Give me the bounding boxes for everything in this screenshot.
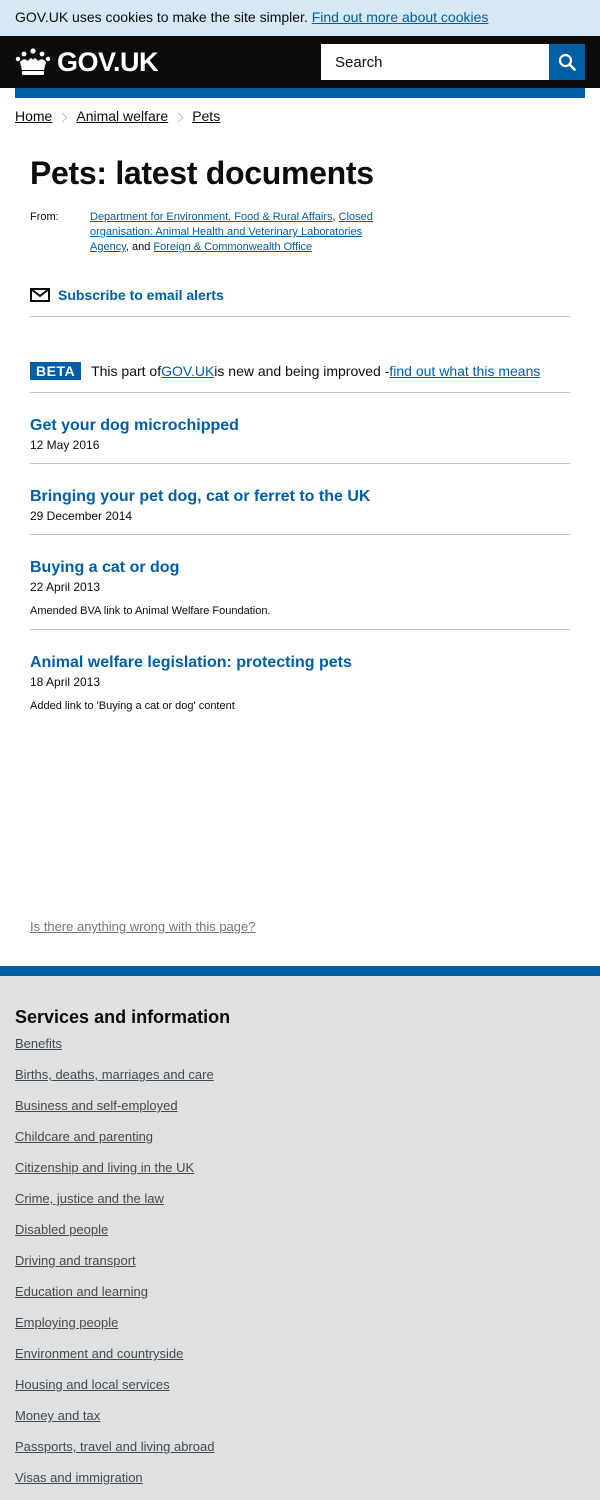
document-change-note: Amended BVA link to Animal Welfare Found… bbox=[30, 605, 271, 617]
cookie-banner-text: GOV.UK uses cookies to make the site sim… bbox=[15, 9, 308, 25]
footer-link-housing[interactable]: Housing and local services bbox=[15, 1377, 170, 1392]
document-title-link[interactable]: Get your dog microchipped bbox=[30, 417, 570, 435]
footer-link-education[interactable]: Education and learning bbox=[15, 1284, 148, 1299]
logo-text: GOV.UK bbox=[57, 46, 159, 77]
document-date: 12 May 2016 bbox=[30, 438, 100, 452]
footer-link-passports[interactable]: Passports, travel and living abroad bbox=[15, 1439, 214, 1454]
footer-item: Driving and transport bbox=[15, 1252, 600, 1283]
footer-item: Business and self-employed bbox=[15, 1097, 600, 1128]
footer-item: Money and tax bbox=[15, 1407, 600, 1438]
beta-info-link[interactable]: find out what this means bbox=[389, 363, 540, 379]
document-list: Get your dog microchipped 12 May 2016 Br… bbox=[30, 393, 570, 724]
footer-item: Crime, justice and the law bbox=[15, 1190, 600, 1221]
list-item: Get your dog microchipped 12 May 2016 bbox=[30, 393, 570, 464]
beta-tag: BETA bbox=[30, 362, 82, 380]
breadcrumb-separator bbox=[173, 112, 184, 123]
subscribe-label: Subscribe to email alerts bbox=[58, 287, 224, 303]
footer-link-crime[interactable]: Crime, justice and the law bbox=[15, 1191, 164, 1206]
document-title-link[interactable]: Animal welfare legislation: protecting p… bbox=[30, 654, 570, 672]
footer-item: Education and learning bbox=[15, 1283, 600, 1314]
footer-link-visas[interactable]: Visas and immigration bbox=[15, 1470, 143, 1485]
footer-item: Environment and countryside bbox=[15, 1345, 600, 1376]
crown-icon bbox=[15, 48, 51, 75]
envelope-icon bbox=[30, 288, 50, 302]
footer-item: Visas and immigration bbox=[15, 1469, 600, 1500]
footer-item: Childcare and parenting bbox=[15, 1128, 600, 1159]
breadcrumb-pets[interactable]: Pets bbox=[192, 108, 220, 124]
search-button[interactable] bbox=[549, 44, 585, 80]
breadcrumb-home[interactable]: Home bbox=[15, 108, 52, 124]
search-input[interactable] bbox=[321, 44, 549, 80]
org-separator: , and bbox=[125, 241, 154, 253]
list-item: Bringing your pet dog, cat or ferret to … bbox=[30, 464, 570, 535]
footer-link-business[interactable]: Business and self-employed bbox=[15, 1098, 178, 1113]
footer-item: Employing people bbox=[15, 1314, 600, 1345]
site-header: GOV.UK bbox=[0, 36, 600, 88]
from-metadata: From: Department for Environment, Food &… bbox=[30, 210, 570, 255]
cookie-banner: GOV.UK uses cookies to make the site sim… bbox=[0, 0, 600, 36]
footer-item: Benefits bbox=[15, 1035, 600, 1066]
beta-govuk-link[interactable]: GOV.UK bbox=[161, 363, 214, 379]
footer-item: Births, deaths, marriages and care bbox=[15, 1066, 600, 1097]
org-link-defra[interactable]: Department for Environment, Food & Rural… bbox=[90, 211, 333, 223]
divider bbox=[30, 316, 570, 317]
beta-banner: BETA This part of GOV.UK is new and bein… bbox=[30, 361, 570, 381]
document-title-link[interactable]: Buying a cat or dog bbox=[30, 559, 570, 577]
site-footer: Services and information Benefits Births… bbox=[0, 966, 600, 1500]
beta-text-after: is new and being improved - bbox=[214, 363, 390, 379]
document-change-note: Added link to 'Buying a cat or dog' cont… bbox=[30, 700, 235, 712]
footer-link-money[interactable]: Money and tax bbox=[15, 1408, 100, 1423]
header-blue-bar bbox=[15, 88, 585, 98]
org-link-fco[interactable]: Foreign & Commonwealth Office bbox=[153, 241, 312, 253]
govuk-logo-link[interactable]: GOV.UK bbox=[15, 45, 159, 79]
footer-link-driving[interactable]: Driving and transport bbox=[15, 1253, 136, 1268]
document-title-link[interactable]: Bringing your pet dog, cat or ferret to … bbox=[30, 488, 570, 506]
subscribe-email-link[interactable]: Subscribe to email alerts bbox=[30, 285, 570, 305]
search-icon bbox=[558, 53, 576, 71]
document-date: 22 April 2013 bbox=[30, 580, 101, 594]
list-item: Buying a cat or dog 22 April 2013 Amende… bbox=[30, 535, 570, 630]
footer-item: Housing and local services bbox=[15, 1376, 600, 1407]
main-content: Pets: latest documents From: Department … bbox=[0, 154, 600, 724]
footer-item: Passports, travel and living abroad bbox=[15, 1438, 600, 1469]
from-orgs: Department for Environment, Food & Rural… bbox=[90, 210, 400, 255]
footer-link-employing[interactable]: Employing people bbox=[15, 1315, 118, 1330]
footer-item: Disabled people bbox=[15, 1221, 600, 1252]
footer-title: Services and information bbox=[15, 1007, 231, 1027]
cookie-info-link[interactable]: Find out more about cookies bbox=[312, 9, 489, 25]
footer-link-childcare[interactable]: Childcare and parenting bbox=[15, 1129, 153, 1144]
document-date: 29 December 2014 bbox=[30, 509, 133, 523]
page-title: Pets: latest documents bbox=[30, 155, 374, 191]
report-problem-link[interactable]: Is there anything wrong with this page? bbox=[30, 919, 255, 934]
breadcrumb: Home Animal welfare Pets bbox=[0, 98, 600, 142]
footer-item: Citizenship and living in the UK bbox=[15, 1159, 600, 1190]
from-label: From: bbox=[30, 211, 59, 223]
footer-link-benefits[interactable]: Benefits bbox=[15, 1036, 62, 1051]
beta-text-before: This part of bbox=[91, 363, 162, 379]
breadcrumb-animal-welfare[interactable]: Animal welfare bbox=[76, 108, 168, 124]
footer-link-births[interactable]: Births, deaths, marriages and care bbox=[15, 1067, 214, 1082]
footer-link-citizenship[interactable]: Citizenship and living in the UK bbox=[15, 1160, 194, 1175]
document-date: 18 April 2013 bbox=[30, 675, 101, 689]
footer-links: Benefits Births, deaths, marriages and c… bbox=[15, 1035, 600, 1500]
breadcrumb-separator bbox=[57, 112, 68, 123]
search-form bbox=[321, 44, 585, 80]
footer-link-environment[interactable]: Environment and countryside bbox=[15, 1346, 183, 1361]
footer-link-disabled[interactable]: Disabled people bbox=[15, 1222, 108, 1237]
list-item: Animal welfare legislation: protecting p… bbox=[30, 630, 570, 724]
